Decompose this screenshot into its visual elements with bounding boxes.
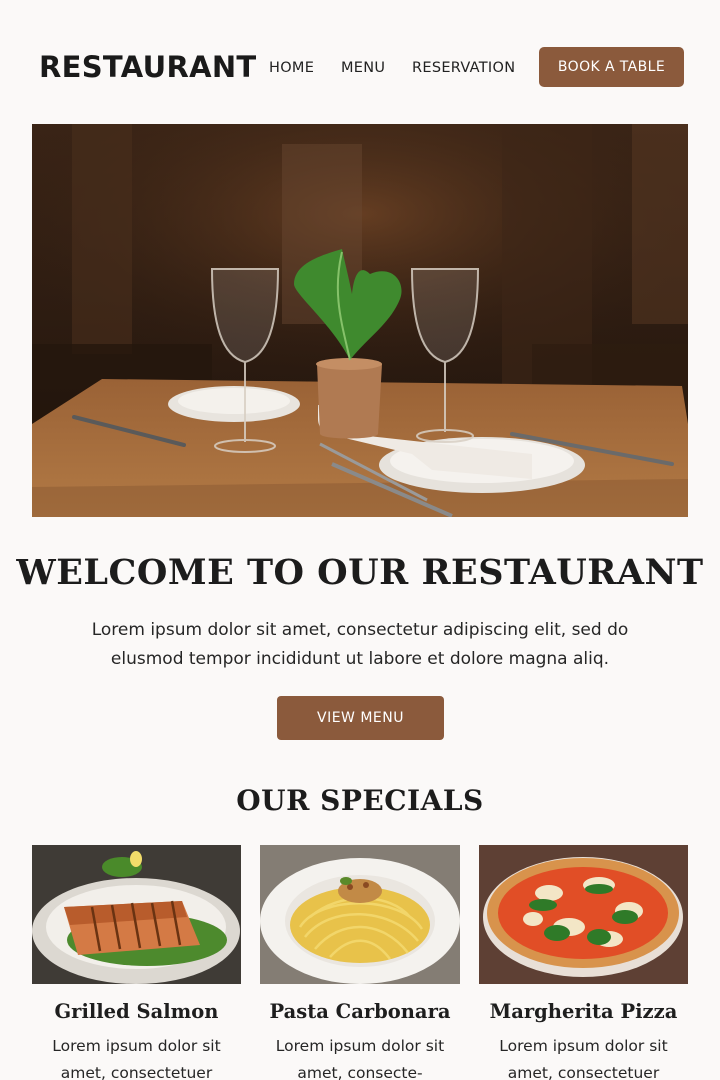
logo[interactable]: RESTAURANT xyxy=(39,50,256,84)
pizza-image xyxy=(479,845,688,984)
nav-reservation-link[interactable]: RESERVATION xyxy=(412,60,515,76)
special-card-pasta[interactable]: Pasta Carbonara Lorem ipsum dolor sit am… xyxy=(260,845,460,1080)
special-name: Pasta Carbonara xyxy=(269,1000,451,1023)
site-header: RESTAURANT HOME MENU RESERVATION BOOK A … xyxy=(0,0,720,124)
welcome-text: Lorem ipsum dolor sit amet, consectetur … xyxy=(91,620,629,669)
pasta-image xyxy=(260,845,460,984)
book-table-button[interactable]: BOOK A TABLE xyxy=(539,47,684,87)
view-menu-button[interactable]: VIEW MENU xyxy=(277,696,444,740)
special-description: Lorem ipsum dolor sit amet, consecte- xyxy=(275,1037,445,1080)
special-card-pizza[interactable]: Margherita Pizza Lorem ipsum dolor sit a… xyxy=(479,845,688,1080)
special-name: Grilled Salmon xyxy=(54,1000,219,1023)
special-description: Lorem ipsum dolor sit amet, consectetuer xyxy=(499,1037,668,1080)
special-name: Margherita Pizza xyxy=(489,1000,678,1023)
salmon-image xyxy=(32,845,241,984)
specials-title: OUR SPECIALS xyxy=(236,784,484,817)
nav-menu-link[interactable]: MENU xyxy=(341,60,385,76)
special-description: Lorem ipsum dolor sit amet, consectetuer xyxy=(52,1037,221,1080)
welcome-title: WELCOME TO OUR RESTAURANT xyxy=(16,552,704,593)
hero-image xyxy=(32,124,688,517)
nav-home-link[interactable]: HOME xyxy=(269,60,314,76)
special-card-salmon[interactable]: Grilled Salmon Lorem ipsum dolor sit ame… xyxy=(32,845,241,1080)
